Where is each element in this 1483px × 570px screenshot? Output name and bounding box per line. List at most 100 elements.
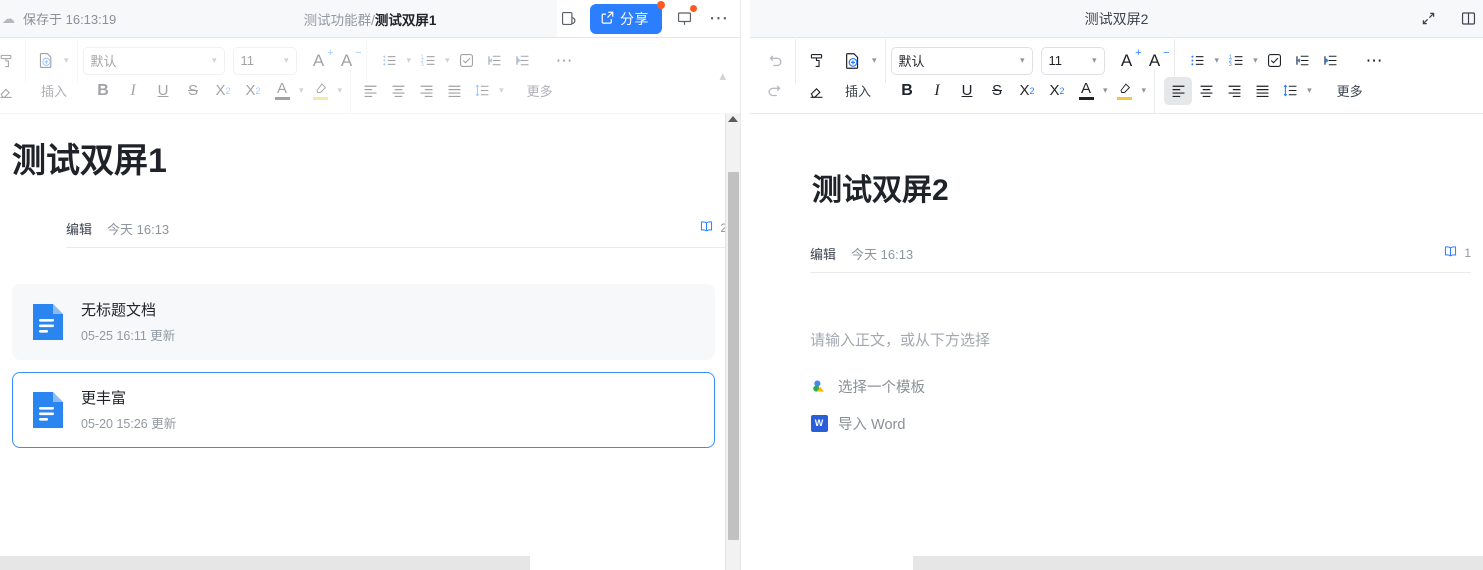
font-family-select[interactable]: 默认 ▾ bbox=[82, 46, 225, 75]
insert-button-label[interactable]: 插入 bbox=[835, 77, 881, 105]
highlight-color-swatch bbox=[313, 96, 329, 100]
clear-format-icon[interactable] bbox=[0, 77, 20, 105]
font-color-button[interactable]: A bbox=[268, 77, 296, 105]
numbered-list-chevron-down-icon[interactable]: ▾ bbox=[1250, 55, 1261, 66]
font-family-select[interactable]: 默认 ▾ bbox=[890, 46, 1033, 75]
numbered-list-icon[interactable]: 1 2 3 bbox=[1222, 47, 1250, 75]
more-format-button[interactable]: 更多 bbox=[1331, 81, 1369, 100]
breadcrumb-current[interactable]: 测试双屏1 bbox=[375, 13, 437, 28]
right-panel-header: 测试双屏2 bbox=[750, 0, 1483, 38]
insert-plus-icon[interactable] bbox=[31, 47, 61, 75]
numbered-list-chevron-down-icon[interactable]: ▾ bbox=[442, 55, 453, 66]
scroll-up-arrow-icon[interactable] bbox=[728, 116, 738, 122]
more-horizontal-icon[interactable]: ⋯ bbox=[1361, 47, 1389, 75]
save-status-group: ☁ 保存于 16:13:19 bbox=[0, 9, 116, 28]
expand-diagonal-icon[interactable] bbox=[1415, 6, 1441, 32]
line-spacing-chevron-down-icon[interactable]: ▾ bbox=[496, 85, 507, 96]
format-painter-icon[interactable] bbox=[0, 47, 20, 75]
import-word-label: 导入 Word bbox=[838, 416, 906, 433]
more-horizontal-icon[interactable]: ⋯ bbox=[706, 6, 732, 32]
version-history-icon[interactable] bbox=[555, 6, 581, 32]
page-title[interactable]: 测试双屏1 bbox=[12, 140, 705, 183]
font-size-select[interactable]: 11 ▾ bbox=[232, 46, 297, 75]
highlight-chevron-down-icon[interactable]: ▾ bbox=[1139, 85, 1150, 96]
bullet-list-icon[interactable] bbox=[376, 47, 404, 75]
font-size-select[interactable]: 11 ▾ bbox=[1040, 46, 1105, 75]
choose-template-option[interactable]: 选择一个模板 bbox=[810, 376, 1439, 397]
italic-button[interactable]: I bbox=[118, 77, 148, 105]
clear-format-icon[interactable] bbox=[801, 77, 831, 105]
outdent-icon[interactable] bbox=[481, 47, 509, 75]
right-editor-area[interactable]: 请输入正文，或从下方选择 选择一个模板 W 导入 Word bbox=[750, 329, 1483, 434]
bullet-list-chevron-down-icon[interactable]: ▾ bbox=[1212, 55, 1223, 66]
left-scrollbar-thumb[interactable] bbox=[728, 172, 739, 540]
increase-font-icon[interactable]: A + bbox=[305, 47, 334, 75]
align-justify-icon[interactable] bbox=[1248, 77, 1276, 105]
insert-button-label[interactable]: 插入 bbox=[31, 77, 77, 105]
reader-count-group[interactable]: 2 bbox=[699, 220, 727, 236]
font-color-chevron-down-icon[interactable]: ▾ bbox=[1100, 85, 1111, 96]
decrease-font-icon[interactable]: A − bbox=[1141, 47, 1170, 75]
breadcrumb-parent[interactable]: 测试功能群 bbox=[304, 13, 372, 28]
right-horizontal-scrollbar[interactable] bbox=[913, 556, 1483, 570]
import-word-option[interactable]: W 导入 Word bbox=[810, 413, 1439, 434]
list-item[interactable]: 无标题文档 05-25 16:11 更新 bbox=[12, 283, 715, 360]
align-left-icon[interactable] bbox=[1164, 76, 1193, 105]
font-color-button[interactable]: A bbox=[1072, 77, 1100, 105]
reader-count-group[interactable]: 1 bbox=[1443, 245, 1471, 261]
left-horizontal-scrollbar[interactable] bbox=[0, 556, 530, 570]
indent-icon[interactable] bbox=[1317, 47, 1345, 75]
align-left-icon[interactable] bbox=[356, 77, 384, 105]
undo-icon[interactable] bbox=[760, 47, 790, 75]
highlighter-button[interactable] bbox=[307, 77, 335, 105]
line-spacing-icon[interactable] bbox=[1276, 77, 1304, 105]
align-right-icon[interactable] bbox=[1220, 77, 1248, 105]
bold-button[interactable]: B bbox=[88, 77, 118, 105]
indent-icon[interactable] bbox=[509, 47, 537, 75]
subscript-button[interactable]: X2 bbox=[1012, 77, 1042, 105]
outdent-icon[interactable] bbox=[1289, 47, 1317, 75]
insert-chevron-down-icon[interactable]: ▾ bbox=[61, 55, 72, 66]
left-vertical-scrollbar[interactable] bbox=[725, 114, 740, 570]
share-button[interactable]: 分享 bbox=[590, 0, 665, 34]
page-title[interactable]: 测试双屏2 bbox=[812, 172, 1439, 210]
font-color-swatch bbox=[274, 96, 290, 100]
highlight-chevron-down-icon[interactable]: ▾ bbox=[335, 85, 346, 96]
split-view-icon[interactable] bbox=[1455, 6, 1481, 32]
align-center-icon[interactable] bbox=[384, 77, 412, 105]
align-right-icon[interactable] bbox=[412, 77, 440, 105]
bold-button[interactable]: B bbox=[892, 77, 922, 105]
italic-button[interactable]: I bbox=[922, 77, 952, 105]
panel-divider[interactable] bbox=[741, 0, 750, 570]
subscript-button[interactable]: X2 bbox=[208, 77, 238, 105]
superscript-button[interactable]: X2 bbox=[238, 77, 268, 105]
align-center-icon[interactable] bbox=[1192, 77, 1220, 105]
underline-button[interactable]: U bbox=[148, 77, 178, 105]
align-justify-icon[interactable] bbox=[440, 77, 468, 105]
highlighter-button[interactable] bbox=[1111, 77, 1139, 105]
checklist-icon[interactable] bbox=[453, 47, 481, 75]
numbered-list-icon[interactable]: 1 2 3 bbox=[414, 47, 442, 75]
underline-button[interactable]: U bbox=[952, 77, 982, 105]
insert-plus-icon[interactable] bbox=[837, 47, 869, 75]
font-color-chevron-down-icon[interactable]: ▾ bbox=[296, 85, 307, 96]
chevron-up-icon[interactable]: ▴ bbox=[719, 68, 740, 84]
superscript-button[interactable]: X2 bbox=[1042, 77, 1072, 105]
line-spacing-icon[interactable] bbox=[468, 77, 496, 105]
more-format-button[interactable]: 更多 bbox=[521, 81, 559, 100]
more-horizontal-icon[interactable]: ⋯ bbox=[551, 47, 579, 75]
bullet-list-icon[interactable] bbox=[1184, 47, 1212, 75]
bullet-list-chevron-down-icon[interactable]: ▾ bbox=[404, 55, 415, 66]
strikethrough-button[interactable]: S bbox=[178, 77, 208, 105]
redo-icon[interactable] bbox=[760, 77, 790, 105]
decrease-font-icon[interactable]: A − bbox=[333, 47, 362, 75]
format-painter-icon[interactable] bbox=[801, 47, 831, 75]
list-item[interactable]: 更丰富 05-20 15:26 更新 bbox=[12, 371, 715, 448]
strikethrough-button[interactable]: S bbox=[982, 77, 1012, 105]
line-spacing-chevron-down-icon[interactable]: ▾ bbox=[1304, 85, 1315, 96]
increase-font-icon[interactable]: A + bbox=[1113, 47, 1142, 75]
present-screen-icon[interactable] bbox=[671, 4, 697, 32]
insert-chevron-down-icon[interactable]: ▾ bbox=[869, 55, 880, 66]
cloud-saved-icon: ☁ bbox=[2, 10, 15, 26]
checklist-icon[interactable] bbox=[1261, 47, 1289, 75]
